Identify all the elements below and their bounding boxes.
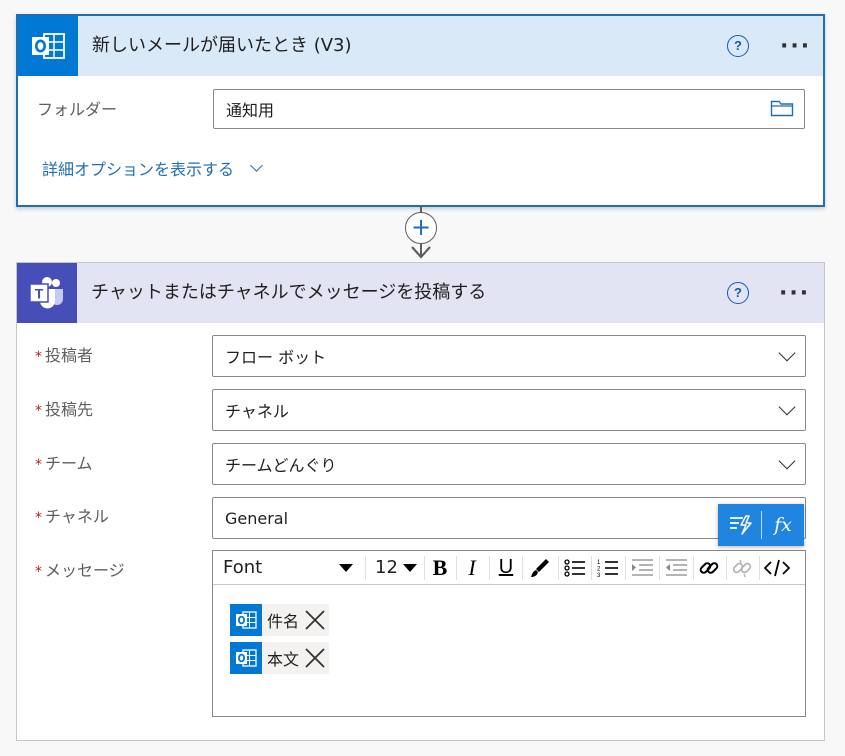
channel-value: General	[225, 508, 289, 528]
folder-value: 通知用	[226, 101, 275, 120]
trigger-card[interactable]: 新しいメールが届いたとき (V3) ? ··· フォルダー 通知用 詳細オプショ…	[16, 14, 825, 207]
svg-text:1: 1	[597, 560, 601, 566]
action-title[interactable]: チャットまたはチャネルでメッセージを投稿する	[91, 263, 486, 323]
trigger-title[interactable]: 新しいメールが届いたとき (V3)	[92, 16, 352, 76]
field-label-channel: * チャネル	[35, 503, 109, 527]
action-card[interactable]: T チャットまたはチャネルでメッセージを投稿する ? ··· * 投稿者 フロー …	[16, 262, 825, 741]
svg-text:T: T	[35, 286, 44, 302]
indent-icon[interactable]	[627, 551, 657, 584]
outlook-icon	[18, 16, 78, 76]
remove-token-icon[interactable]	[304, 609, 329, 631]
channel-field[interactable]: General	[212, 497, 806, 539]
teams-icon: T	[17, 263, 77, 323]
toolbar-separator	[522, 556, 523, 580]
field-label-team-text: チーム	[45, 454, 93, 473]
chevron-down-icon[interactable]	[778, 344, 796, 362]
expression-icon[interactable]: fx	[762, 504, 804, 546]
dynamic-content-icon[interactable]	[718, 504, 761, 546]
svg-text:2: 2	[597, 566, 601, 572]
chevron-down-icon[interactable]	[778, 398, 796, 416]
required-mark: *	[35, 564, 42, 580]
dynamic-token[interactable]: 件名	[230, 604, 330, 636]
folder-label: フォルダー	[37, 100, 118, 119]
toolbar-separator	[365, 556, 366, 580]
required-mark: *	[35, 349, 42, 365]
required-mark: *	[35, 403, 42, 419]
folder-field[interactable]: 通知用	[213, 89, 805, 129]
outlook-icon	[230, 642, 262, 674]
font-size-value: 12	[375, 557, 398, 578]
field-label-message: * メッセージ	[35, 557, 125, 581]
underline-button[interactable]: U	[491, 551, 521, 584]
code-view-icon[interactable]	[760, 551, 794, 584]
poster-value: フロー ボット	[225, 348, 327, 367]
font-select[interactable]: Font	[213, 551, 361, 584]
dynamic-content-toggle: fx	[718, 504, 804, 546]
font-select-value: Font	[223, 557, 263, 578]
help-icon[interactable]: ?	[727, 282, 749, 304]
numbered-list-icon[interactable]: 1 2 3	[593, 551, 623, 584]
caret-down-icon	[403, 563, 417, 572]
outdent-icon[interactable]	[661, 551, 691, 584]
chevron-down-icon	[250, 158, 263, 172]
more-icon[interactable]: ···	[780, 36, 811, 58]
help-icon[interactable]: ?	[727, 35, 749, 57]
editor-toolbar: Font 12 B I U 1 2 3	[213, 551, 805, 585]
caret-down-icon	[339, 563, 353, 572]
bold-button[interactable]: B	[425, 551, 455, 584]
field-label-post-in-text: 投稿先	[45, 400, 94, 419]
font-size-select[interactable]: 12	[369, 551, 421, 584]
add-icon[interactable]: +	[405, 212, 437, 244]
field-label-message-text: メッセージ	[45, 561, 125, 580]
poster-select[interactable]: フロー ボット	[212, 335, 806, 377]
toolbar-separator	[625, 556, 626, 580]
toolbar-separator	[659, 556, 660, 580]
toolbar-separator	[558, 556, 559, 580]
advanced-options-link[interactable]: 詳細オプションを表示する	[42, 156, 263, 180]
trigger-header[interactable]: 新しいメールが届いたとき (V3) ? ···	[18, 16, 823, 76]
post-in-select[interactable]: チャネル	[212, 389, 806, 431]
outlook-icon	[230, 604, 262, 636]
post-in-value: チャネル	[225, 402, 289, 421]
svg-text:3: 3	[597, 573, 601, 578]
unlink-icon[interactable]	[727, 551, 757, 584]
team-value: チームどんぐり	[225, 456, 337, 475]
field-label-post-in: * 投稿先	[35, 396, 93, 420]
toolbar-separator	[591, 556, 592, 580]
required-mark: *	[35, 510, 42, 526]
bullet-list-icon[interactable]	[560, 551, 590, 584]
team-select[interactable]: チームどんぐり	[212, 443, 806, 485]
dynamic-token[interactable]: 本文	[230, 642, 330, 674]
italic-button[interactable]: I	[457, 551, 487, 584]
field-label-channel-text: チャネル	[45, 507, 109, 526]
advanced-options-label: 詳細オプションを表示する	[42, 160, 235, 179]
chevron-down-icon[interactable]	[778, 452, 796, 470]
arrow-down-icon	[410, 244, 432, 264]
field-label-team: * チーム	[35, 450, 93, 474]
toolbar-separator	[489, 556, 490, 580]
action-header[interactable]: T チャットまたはチャネルでメッセージを投稿する ? ···	[17, 263, 824, 323]
field-label-poster: * 投稿者	[35, 342, 93, 366]
remove-token-icon[interactable]	[304, 647, 329, 669]
message-editor[interactable]: Font 12 B I U 1 2 3 件名 本文	[212, 550, 806, 717]
paint-brush-icon[interactable]	[524, 551, 556, 584]
token-label: 件名	[267, 612, 300, 631]
required-mark: *	[35, 457, 42, 473]
field-label-poster-text: 投稿者	[45, 346, 94, 365]
more-icon[interactable]: ···	[779, 283, 810, 305]
folder-icon[interactable]	[770, 98, 794, 122]
link-icon[interactable]	[694, 551, 724, 584]
token-label: 本文	[267, 650, 300, 669]
